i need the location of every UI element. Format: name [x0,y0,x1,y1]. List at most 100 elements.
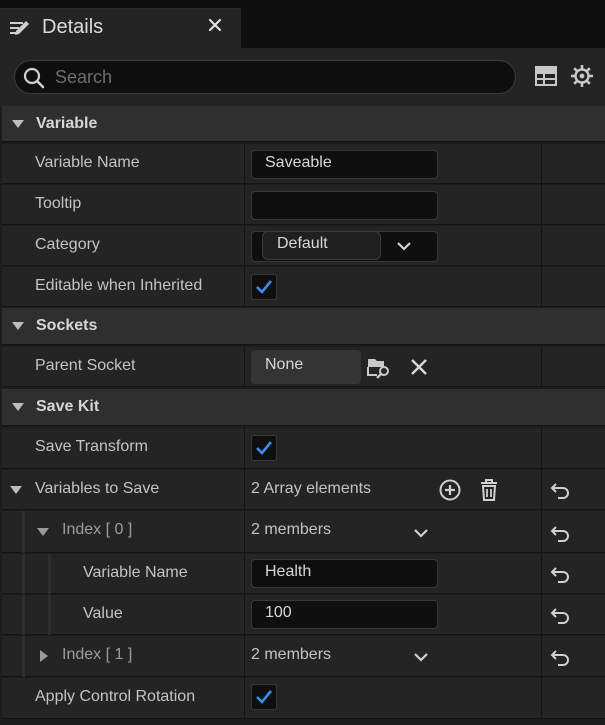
indent-guide [22,554,25,594]
variable-name-input[interactable]: Health [251,559,438,588]
chevron-down-icon[interactable] [396,240,412,252]
column-divider [244,144,245,184]
indent-guide [22,636,25,677]
apply-control-rotation-checkbox[interactable] [251,684,277,710]
member-count: 2 members [251,646,332,663]
category-combo[interactable]: Default [251,231,438,262]
column-divider [541,347,542,387]
chevron-down-icon[interactable] [413,651,429,663]
collapse-arrow-icon[interactable] [37,528,49,536]
close-icon[interactable] [206,16,224,34]
row-editable-when-inherited: Editable when Inherited [2,267,605,307]
column-divider [541,636,542,677]
property-label: Editable when Inherited [35,277,203,294]
row-index-0-value: Value 100 [2,595,605,635]
pencil-icon [10,21,29,35]
checkmark-icon [256,280,273,294]
column-divider [244,595,245,635]
browse-folder-icon[interactable] [366,355,392,379]
checkmark-icon [256,690,273,704]
column-divider [541,185,542,225]
column-divider [541,511,542,553]
row-parent-socket: Parent Socket None [2,347,605,387]
column-divider [244,470,245,510]
editable-when-inherited-checkbox[interactable] [251,274,277,300]
search-box[interactable] [14,60,516,94]
column-divider [244,511,245,553]
value-input[interactable]: 100 [251,600,438,629]
tooltip-input[interactable] [251,191,438,220]
reset-to-default-icon[interactable] [550,564,570,584]
column-divider [541,554,542,594]
column-divider [541,267,542,307]
property-label: Category [35,236,100,253]
property-label: Apply Control Rotation [35,688,196,705]
section-title: Sockets [36,317,98,334]
property-list: Variable Variable Name Saveable Tooltip … [0,106,605,725]
column-divider [244,185,245,225]
search-icon [23,67,45,89]
property-label: Variable Name [83,564,188,581]
reset-to-default-icon[interactable] [550,647,570,667]
chevron-down-icon[interactable] [413,527,429,539]
section-header-variable[interactable]: Variable [2,106,605,142]
column-divider [244,428,245,469]
row-index-0-variable-name: Variable Name Health [2,554,605,594]
property-label: Variables to Save [35,480,160,497]
title-bar: Details [0,0,605,48]
reset-to-default-icon[interactable] [550,605,570,625]
collapse-arrow-icon[interactable] [12,403,24,411]
property-label: Value [83,605,123,622]
row-index-1: Index [ 1 ] 2 members [2,636,605,677]
gear-icon[interactable] [570,64,594,88]
save-transform-checkbox[interactable] [251,435,277,461]
search-input[interactable] [55,65,495,89]
row-index-0: Index [ 0 ] 2 members [2,511,605,553]
column-divider [244,226,245,266]
collapse-arrow-icon[interactable] [12,120,24,128]
indent-guide [22,511,25,553]
property-label: Tooltip [35,195,82,212]
column-divider [541,428,542,469]
category-value[interactable]: Default [262,231,381,260]
property-label: Save Transform [35,438,148,455]
trash-icon[interactable] [478,478,500,502]
section-title: Variable [36,115,98,132]
row-variable-name: Variable Name Saveable [2,144,605,184]
section-title: Save Kit [36,398,100,415]
indent-guide [22,595,25,635]
column-divider [541,470,542,510]
column-divider [541,144,542,184]
section-header-save-kit[interactable]: Save Kit [2,389,605,426]
property-label: Parent Socket [35,357,136,374]
indent-guide [48,554,51,594]
details-tab[interactable]: Details [0,8,241,48]
indent-guide [48,595,51,635]
tab-title: Details [42,16,104,38]
expand-arrow-icon[interactable] [40,650,48,662]
collapse-arrow-icon[interactable] [12,322,24,330]
row-apply-control-rotation: Apply Control Rotation [2,678,605,719]
add-element-icon[interactable] [438,478,462,502]
column-divider [244,554,245,594]
row-save-transform: Save Transform [2,428,605,469]
member-count: 2 members [251,521,332,538]
details-toolbar [0,48,605,106]
table-view-icon[interactable] [534,64,558,88]
collapse-arrow-icon[interactable] [10,486,22,494]
column-divider [244,636,245,677]
column-divider [541,595,542,635]
reset-to-default-icon[interactable] [550,480,570,500]
column-divider [541,678,542,719]
column-divider [244,347,245,387]
reset-to-default-icon[interactable] [550,523,570,543]
parent-socket-value[interactable]: None [251,350,361,384]
column-divider [244,678,245,719]
checkmark-icon [256,441,273,455]
array-element-count: 2 Array elements [251,480,372,497]
clear-icon[interactable] [409,357,429,377]
array-index-label: Index [ 1 ] [62,646,133,663]
variable-name-input[interactable]: Saveable [251,150,438,179]
column-divider [541,226,542,266]
section-header-sockets[interactable]: Sockets [2,308,605,345]
